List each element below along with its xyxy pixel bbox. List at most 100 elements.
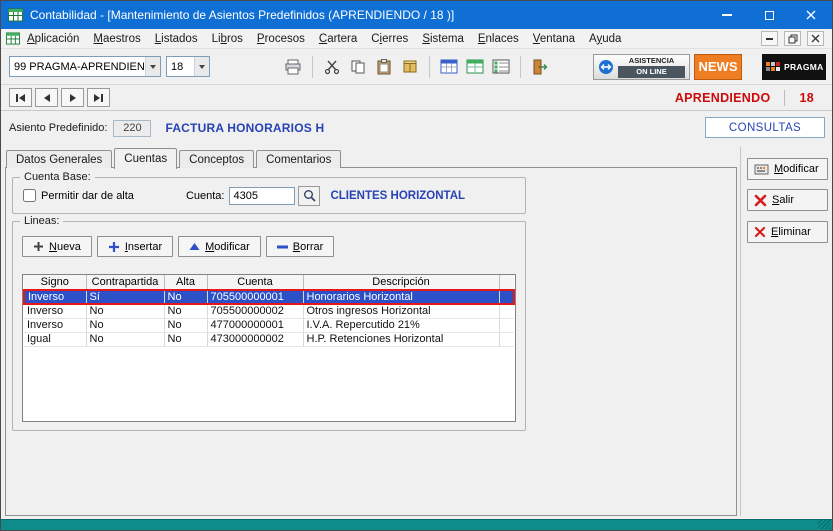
insertar-button[interactable]: Insertar xyxy=(97,236,173,257)
mdi-window-controls xyxy=(761,31,824,46)
panel-divider xyxy=(740,147,741,516)
previous-record-button[interactable] xyxy=(35,88,58,107)
package-button[interactable] xyxy=(397,54,423,80)
table-row[interactable]: Igual No No 473000000002 H.P. Retencione… xyxy=(24,332,514,346)
menu-item-cartera[interactable]: Cartera xyxy=(312,31,364,47)
cuenta-input[interactable] xyxy=(229,187,295,205)
menu-item-libros[interactable]: Libros xyxy=(205,31,250,47)
tab-conceptos[interactable]: Conceptos xyxy=(179,150,254,168)
copy-button[interactable] xyxy=(345,54,371,80)
copy-icon xyxy=(350,59,366,75)
mdi-close-button[interactable] xyxy=(807,31,824,46)
print-button[interactable] xyxy=(280,54,306,80)
first-record-button[interactable] xyxy=(9,88,32,107)
cuenta-base-groupbox: Cuenta Base: Permitir dar de alta Cuenta… xyxy=(12,177,526,214)
salir-button[interactable]: Salir xyxy=(747,189,828,211)
exit-button[interactable] xyxy=(527,54,553,80)
next-record-button[interactable] xyxy=(61,88,84,107)
consultas-button[interactable]: CONSULTAS xyxy=(705,117,825,138)
cuentas-tab-panel: Cuenta Base: Permitir dar de alta Cuenta… xyxy=(5,167,737,516)
app-icon xyxy=(8,8,23,22)
asistencia-online-button[interactable]: ASISTENCIA ON LINE xyxy=(593,54,690,80)
modificar-button[interactable]: Modificar xyxy=(747,158,828,180)
menu-item-aplicacion[interactable]: Aplicación xyxy=(20,31,86,47)
lineas-title: Lineas: xyxy=(20,215,63,227)
toolbar-separator xyxy=(312,56,313,78)
modificar-linea-button[interactable]: Modificar xyxy=(178,236,261,257)
mdi-restore-button[interactable] xyxy=(784,31,801,46)
cut-button[interactable] xyxy=(319,54,345,80)
triangle-up-icon xyxy=(189,242,200,251)
table-header-row: Signo Contrapartida Alta Cuenta Descripc… xyxy=(24,275,514,290)
maximize-button[interactable] xyxy=(748,1,790,29)
consultas-label: CONSULTAS xyxy=(729,122,801,134)
eliminar-button[interactable]: Eliminar xyxy=(747,221,828,243)
list-view-button[interactable] xyxy=(488,54,514,80)
asistencia-label-line2: ON LINE xyxy=(618,66,685,78)
mdi-minimize-button[interactable] xyxy=(761,31,778,46)
col-header-filler xyxy=(499,275,514,290)
salir-label: Salir xyxy=(772,194,794,206)
plus-icon xyxy=(33,241,44,252)
asiento-label: Asiento Predefinido: xyxy=(9,122,107,134)
mdi-document-icon[interactable] xyxy=(6,32,20,45)
col-header-alta[interactable]: Alta xyxy=(164,275,207,290)
col-header-signo[interactable]: Signo xyxy=(24,275,86,290)
menu-item-enlaces[interactable]: Enlaces xyxy=(471,31,526,47)
menu-item-sistema[interactable]: Sistema xyxy=(415,31,471,47)
menubar: Aplicación Maestros Listados Libros Proc… xyxy=(1,29,832,49)
asistencia-label-line1: ASISTENCIA xyxy=(618,56,685,66)
col-header-contrapartida[interactable]: Contrapartida xyxy=(86,275,164,290)
news-button[interactable]: NEWS xyxy=(694,54,742,80)
minimize-button[interactable] xyxy=(706,1,748,29)
chevron-down-icon xyxy=(145,57,160,76)
col-header-cuenta[interactable]: Cuenta xyxy=(207,275,303,290)
tabstrip: Datos Generales Cuentas Conceptos Coment… xyxy=(6,146,343,168)
tab-datos-generales[interactable]: Datos Generales xyxy=(6,150,112,168)
search-account-button[interactable] xyxy=(298,186,320,206)
menu-item-listados[interactable]: Listados xyxy=(148,31,205,47)
tab-comentarios[interactable]: Comentarios xyxy=(256,150,341,168)
nueva-button[interactable]: Nueva xyxy=(22,236,92,257)
exercise-select-value: 18 xyxy=(167,61,194,73)
pragma-logo-button[interactable]: PRAGMA xyxy=(762,54,826,80)
company-select[interactable]: 99 PRAGMA-APRENDIENDO xyxy=(9,56,161,77)
close-icon xyxy=(806,10,816,20)
minimize-icon xyxy=(766,38,773,40)
cuenta-description: CLIENTES HORIZONTAL xyxy=(330,190,465,202)
window-title: Contabilidad - [Mantenimiento de Asiento… xyxy=(30,8,454,22)
grid-view-button[interactable] xyxy=(462,54,488,80)
table-row[interactable]: Inverso No No 477000000001 I.V.A. Reperc… xyxy=(24,318,514,332)
tab-cuentas[interactable]: Cuentas xyxy=(114,148,177,169)
toolbar-separator xyxy=(520,56,521,78)
borrar-button[interactable]: Borrar xyxy=(266,236,335,257)
menu-item-cierres[interactable]: Cierres xyxy=(364,31,415,47)
printer-icon xyxy=(284,59,302,75)
teamviewer-icon xyxy=(598,59,614,75)
menu-item-maestros[interactable]: Maestros xyxy=(86,31,147,47)
app-window: Contabilidad - [Mantenimiento de Asiento… xyxy=(0,0,833,531)
restore-icon xyxy=(788,34,798,44)
close-button[interactable] xyxy=(790,1,832,29)
exercise-select[interactable]: 18 xyxy=(166,56,210,77)
scissors-icon xyxy=(324,59,340,75)
cuenta-label: Cuenta: xyxy=(186,190,225,202)
lineas-groupbox: Lineas: Nueva Insertar Modificar Borrar xyxy=(12,221,526,431)
table-view-button[interactable] xyxy=(436,54,462,80)
asiento-code-input[interactable] xyxy=(113,120,151,137)
last-record-button[interactable] xyxy=(87,88,110,107)
paste-button[interactable] xyxy=(371,54,397,80)
clipboard-icon xyxy=(376,59,392,75)
table-list-icon xyxy=(492,59,510,74)
menu-item-ventana[interactable]: Ventana xyxy=(526,31,582,47)
menu-item-procesos[interactable]: Procesos xyxy=(250,31,312,47)
menu-item-ayuda[interactable]: Ayuda xyxy=(582,31,628,47)
permitir-alta-checkbox[interactable] xyxy=(23,189,36,202)
arrow-right-icon xyxy=(94,94,100,102)
resize-grip-icon[interactable] xyxy=(818,520,831,529)
asiento-name: FACTURA HONORARIOS H xyxy=(165,121,324,135)
col-header-descripcion[interactable]: Descripción xyxy=(303,275,499,290)
window-controls xyxy=(706,1,832,29)
table-row-selected[interactable]: Inverso Sí No 705500000001 Honorarios Ho… xyxy=(24,290,514,304)
table-row[interactable]: Inverso No No 705500000002 Otros ingreso… xyxy=(24,304,514,318)
